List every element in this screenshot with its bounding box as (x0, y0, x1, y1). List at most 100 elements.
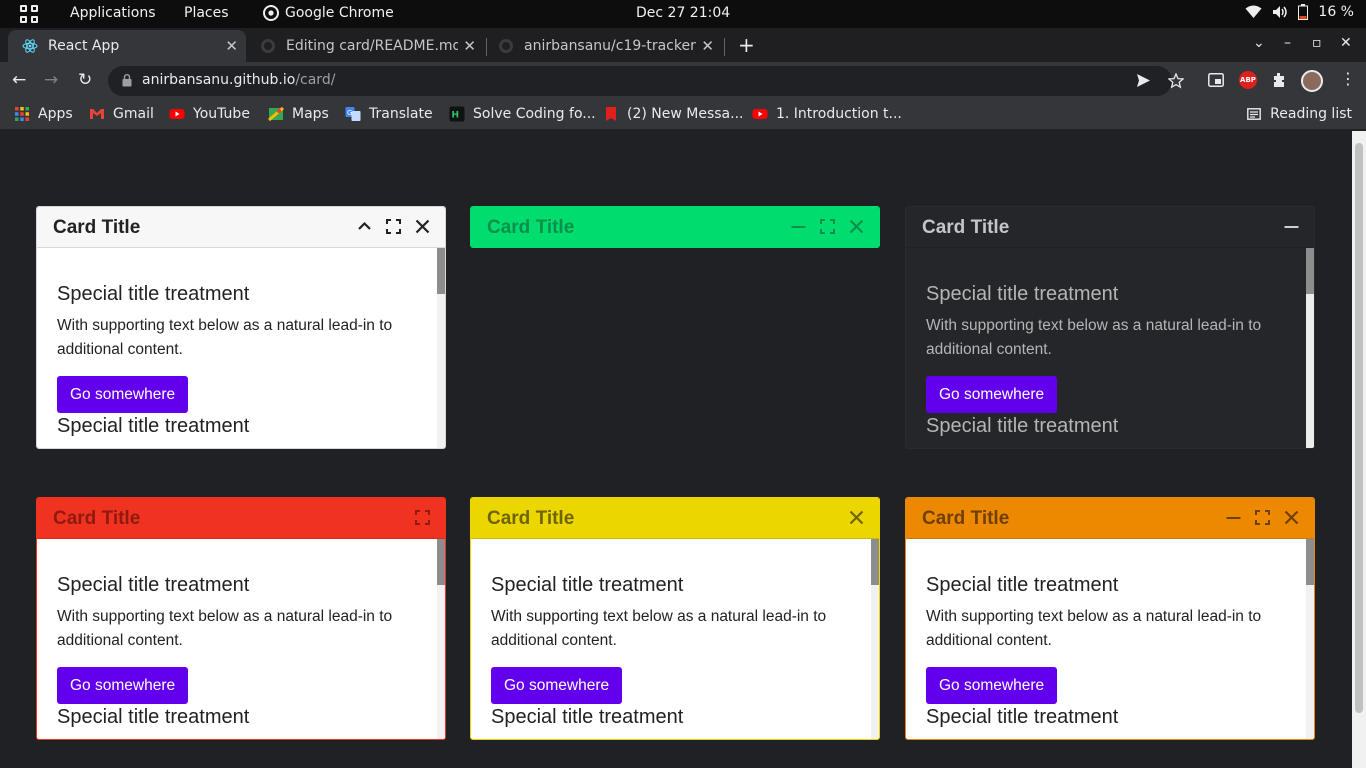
card-scrollbar-thumb[interactable] (871, 539, 879, 585)
minimize-icon[interactable] (1283, 218, 1300, 235)
bookmark-translate[interactable]: G Translate (345, 106, 433, 122)
fullscreen-icon[interactable] (385, 218, 402, 235)
bookmark-label: Apps (38, 106, 73, 122)
card-scrollbar-thumb[interactable] (1306, 248, 1314, 294)
card-body: Special title treatment With supporting … (37, 248, 445, 448)
card-red: Card Title Special title treatment With … (36, 497, 446, 740)
bookmark-introduction[interactable]: 1. Introduction t... (752, 106, 902, 122)
react-icon (22, 39, 38, 53)
tab-close-icon[interactable]: ✕ (225, 37, 238, 55)
chrome-icon (263, 5, 279, 21)
card-title: Card Title (487, 508, 575, 529)
fullscreen-icon[interactable] (414, 509, 431, 526)
profile-avatar[interactable] (1301, 70, 1323, 92)
bookmark-label: Gmail (113, 106, 154, 122)
bookmark-hackerrank[interactable]: H Solve Coding fo... (449, 106, 596, 122)
card-subtitle: Special title treatment (491, 574, 684, 596)
address-bar[interactable]: anirbansanu.github.io/card/ (108, 66, 1172, 96)
bookmark-label: Translate (369, 106, 433, 122)
fullscreen-icon[interactable] (1254, 509, 1271, 526)
bookmark-label: Solve Coding fo... (473, 106, 596, 122)
github-icon (499, 39, 513, 53)
minimize-icon[interactable] (790, 218, 807, 235)
translate-icon: G (345, 107, 361, 121)
go-somewhere-button[interactable]: Go somewhere (926, 667, 1058, 704)
card-actions (1225, 509, 1300, 526)
card-text: With supporting text below as a natural … (57, 608, 393, 649)
close-icon[interactable] (848, 218, 865, 235)
go-somewhere-button[interactable]: Go somewhere (57, 667, 189, 704)
card-header: Card Title (471, 207, 879, 247)
adblock-plus-icon[interactable]: ABP (1239, 71, 1257, 89)
bookmark-apps[interactable]: Apps (14, 106, 73, 122)
tab-c19-tracker[interactable]: anirbansanu/c19-tracker ✕ (484, 30, 722, 62)
close-icon[interactable] (1283, 509, 1300, 526)
back-arrow-icon[interactable]: ← (12, 70, 26, 90)
fullscreen-icon[interactable] (819, 218, 836, 235)
applications-menu[interactable]: Applications (70, 5, 156, 21)
lock-icon[interactable] (122, 74, 132, 87)
card-scrollbar-thumb[interactable] (437, 248, 445, 294)
close-icon[interactable] (848, 509, 865, 526)
new-tab-plus-icon[interactable]: + (738, 33, 755, 57)
volume-icon (1273, 6, 1288, 18)
forward-arrow-icon[interactable]: → (44, 70, 58, 90)
system-tray[interactable]: 16 % (1245, 4, 1354, 20)
hackerrank-icon: H (449, 106, 465, 122)
tab-react-app[interactable]: React App ✕ (8, 30, 246, 62)
go-somewhere-button[interactable]: Go somewhere (57, 376, 189, 413)
svg-text:H: H (452, 111, 460, 121)
tab-title: Editing card/README.md (286, 38, 458, 54)
card-title: Card Title (53, 508, 141, 529)
chevron-up-icon[interactable] (356, 218, 373, 235)
minimize-icon[interactable] (1225, 509, 1242, 526)
close-icon[interactable] (414, 218, 431, 235)
card-scrollbar[interactable] (871, 539, 879, 739)
clock[interactable]: Dec 27 21:04 (636, 5, 730, 21)
card-scrollbar-thumb[interactable] (1306, 539, 1314, 585)
bookmark-new-messages[interactable]: (2) New Messa... (603, 106, 743, 122)
activities-grid-icon[interactable] (20, 5, 38, 23)
tab-close-icon[interactable]: ✕ (463, 37, 476, 55)
card-subtitle-secondary: Special title treatment (926, 415, 1119, 437)
page-scrollbar-thumb[interactable] (1355, 143, 1363, 713)
extensions-puzzle-icon[interactable] (1271, 72, 1287, 88)
go-somewhere-button[interactable]: Go somewhere (926, 376, 1058, 413)
card-header: Card Title (471, 498, 879, 539)
maximize-window-icon[interactable]: ▫ (1312, 35, 1322, 51)
chrome-menu-kebab-icon[interactable]: ⋮ (1340, 70, 1356, 88)
places-menu[interactable]: Places (184, 5, 229, 21)
card-title: Card Title (922, 217, 1010, 238)
reload-icon[interactable]: ↻ (78, 70, 92, 90)
card-scrollbar[interactable] (1306, 539, 1314, 739)
card-scrollbar[interactable] (1306, 248, 1314, 448)
minimize-window-icon[interactable]: – (1284, 35, 1291, 51)
card-actions (1283, 218, 1300, 235)
card-title: Card Title (922, 508, 1010, 529)
apps-grid-icon (15, 107, 29, 121)
bookmark-maps[interactable]: Maps (268, 106, 329, 122)
tab-editing-readme[interactable]: Editing card/README.md ✕ (246, 30, 484, 62)
reading-list-button[interactable]: Reading list (1247, 106, 1352, 122)
card-header: Card Title (37, 498, 445, 539)
active-app-menu[interactable]: Google Chrome (263, 5, 394, 21)
card-body: Special title treatment With supporting … (906, 248, 1314, 448)
go-somewhere-button[interactable]: Go somewhere (491, 667, 623, 704)
url-text[interactable]: anirbansanu.github.io/card/ (142, 72, 335, 88)
picture-in-picture-icon[interactable] (1208, 73, 1224, 87)
tab-search-chevron-icon[interactable]: ⌄ (1253, 35, 1265, 51)
bookmark-label: 1. Introduction t... (776, 106, 902, 122)
card-subtitle-secondary: Special title treatment (926, 706, 1119, 728)
bookmark-youtube[interactable]: YouTube (169, 106, 250, 122)
card-scrollbar[interactable] (437, 539, 445, 739)
page-scrollbar[interactable] (1352, 131, 1366, 768)
card-subtitle-secondary: Special title treatment (491, 706, 684, 728)
card-scrollbar-thumb[interactable] (437, 539, 445, 585)
send-tab-icon[interactable] (1136, 73, 1151, 88)
tab-close-icon[interactable]: ✕ (701, 37, 714, 55)
bookmark-star-icon[interactable] (1168, 73, 1184, 89)
bookmark-gmail[interactable]: Gmail (89, 106, 154, 122)
card-scrollbar[interactable] (437, 248, 445, 448)
card-subtitle: Special title treatment (57, 574, 250, 596)
close-window-icon[interactable]: ✕ (1340, 35, 1352, 51)
